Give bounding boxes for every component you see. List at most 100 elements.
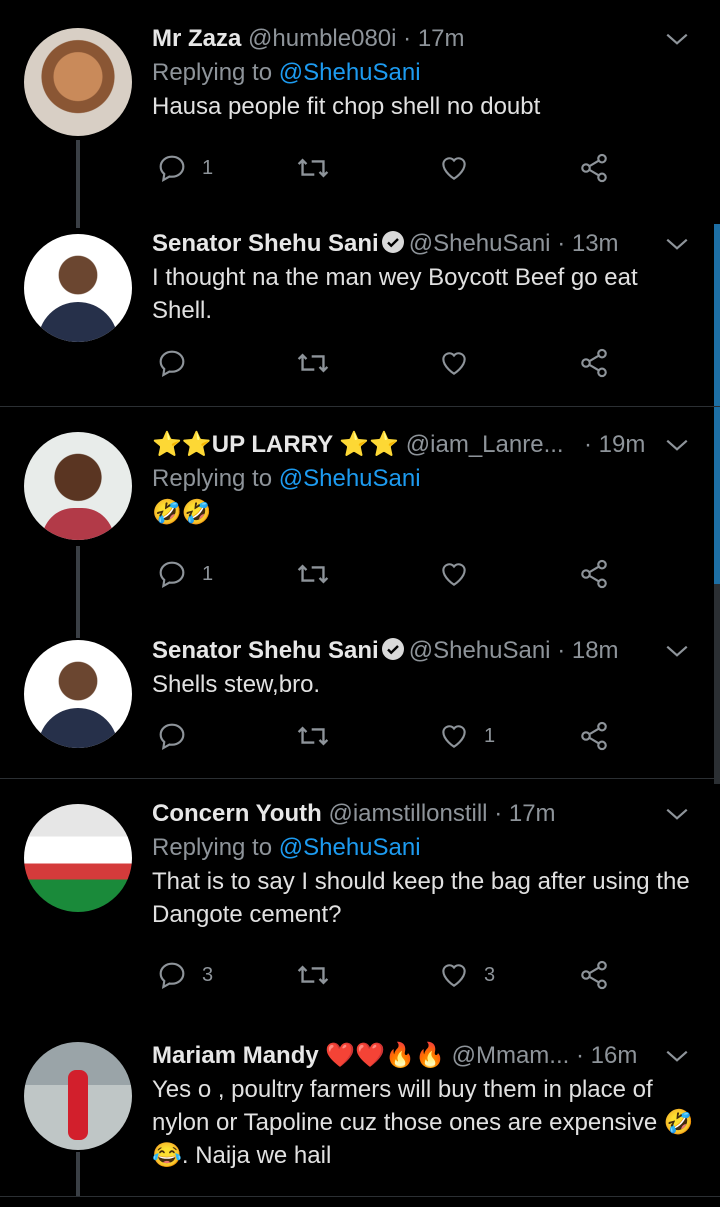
- chevron-down-icon[interactable]: [664, 1043, 690, 1069]
- thread-line: [76, 546, 80, 638]
- mention-link[interactable]: @ShehuSani: [279, 465, 421, 492]
- like-button[interactable]: 1: [438, 720, 495, 752]
- reply-button[interactable]: [156, 347, 188, 379]
- reply-button[interactable]: 3: [156, 959, 213, 991]
- tweet-header: ⭐⭐UP LARRY ⭐⭐ @iam_Lanre... · 19m: [152, 430, 700, 460]
- like-button[interactable]: [438, 152, 470, 184]
- retweet-button[interactable]: [296, 347, 330, 379]
- user-name[interactable]: Senator Shehu Sani: [152, 230, 379, 257]
- heart-icon: [442, 725, 466, 748]
- user-name[interactable]: Mr Zaza: [152, 25, 241, 52]
- verified-badge-icon: [381, 638, 404, 660]
- tweet-header: Concern Youth @iamstillonstill · 17m: [152, 799, 700, 829]
- reply-icon: [159, 962, 185, 990]
- like-button[interactable]: 3: [438, 959, 495, 991]
- tweet-actions: [152, 347, 622, 387]
- tweet-text: I thought na the man wey Boycott Beef go…: [152, 264, 638, 324]
- retweet-button[interactable]: [296, 152, 330, 184]
- mention-link[interactable]: @ShehuSani: [279, 59, 421, 86]
- tweet-time: · 13m: [557, 230, 619, 257]
- heart-icon: [442, 964, 466, 987]
- tweet-content: Mariam Mandy ❤️❤️🔥🔥 @Mmam... · 16m Yes o…: [152, 1041, 700, 1172]
- reply-icon: [159, 723, 185, 751]
- chevron-down-icon[interactable]: [664, 231, 690, 257]
- retweet-icon: [297, 726, 329, 746]
- reply-button[interactable]: 1: [156, 558, 213, 590]
- tweet-header: Mr Zaza @humble080i · 17m: [152, 24, 700, 54]
- tweet-content: Senator Shehu Sani @ShehuSani · 18m Shell…: [152, 636, 700, 701]
- avatar[interactable]: [24, 234, 132, 342]
- tweet-actions: 1: [152, 152, 622, 192]
- scrollbar-track: [714, 584, 720, 784]
- avatar[interactable]: [24, 432, 132, 540]
- tweet-actions: 1: [152, 558, 622, 598]
- mention-link[interactable]: @ShehuSani: [279, 834, 421, 861]
- user-name[interactable]: Mariam Mandy ❤️❤️🔥🔥: [152, 1042, 445, 1069]
- share-button[interactable]: [578, 720, 610, 752]
- user-handle[interactable]: @iamstillonstill: [328, 800, 487, 827]
- reply-icon: [159, 350, 185, 378]
- tweet-text: 🤣🤣: [152, 499, 212, 526]
- tweet-header: Senator Shehu Sani @ShehuSani · 13m: [152, 229, 700, 259]
- tweet-content: Senator Shehu Sani @ShehuSani · 13m I tho…: [152, 229, 700, 327]
- chevron-down-icon[interactable]: [664, 26, 690, 52]
- user-name[interactable]: ⭐⭐UP LARRY ⭐⭐: [152, 431, 399, 458]
- retweet-icon: [297, 965, 329, 985]
- reply-count: 3: [202, 963, 214, 986]
- like-button[interactable]: [438, 347, 470, 379]
- share-button[interactable]: [578, 347, 610, 379]
- heart-icon: [442, 563, 466, 586]
- user-name[interactable]: Senator Shehu Sani: [152, 637, 379, 664]
- tweet-header: Senator Shehu Sani @ShehuSani · 18m: [152, 636, 700, 666]
- retweet-icon: [297, 353, 329, 373]
- share-icon: [581, 153, 607, 183]
- share-button[interactable]: [578, 959, 610, 991]
- reply-icon: [159, 561, 185, 589]
- reply-count: 1: [202, 562, 214, 585]
- chevron-down-icon[interactable]: [664, 432, 690, 458]
- share-icon: [581, 960, 607, 990]
- reply-button[interactable]: [156, 720, 188, 752]
- share-button[interactable]: [578, 558, 610, 590]
- avatar[interactable]: [24, 1042, 132, 1150]
- tweet-time: · 17m: [403, 25, 465, 52]
- avatar[interactable]: [24, 640, 132, 748]
- tweet-time: · 19m: [584, 431, 646, 458]
- tweet-time: · 17m: [494, 800, 556, 827]
- share-icon: [581, 721, 607, 751]
- retweet-button[interactable]: [296, 720, 330, 752]
- replying-to: Replying to @ShehuSani: [152, 833, 700, 863]
- user-handle[interactable]: @Mmam...: [452, 1042, 570, 1069]
- heart-icon: [442, 352, 466, 375]
- reply-button[interactable]: 1: [156, 152, 213, 184]
- avatar[interactable]: [24, 804, 132, 912]
- chevron-down-icon[interactable]: [664, 801, 690, 827]
- tweet-divider: [0, 778, 720, 779]
- retweet-button[interactable]: [296, 558, 330, 590]
- heart-icon: [442, 157, 466, 180]
- avatar[interactable]: [24, 28, 132, 136]
- retweet-button[interactable]: [296, 959, 330, 991]
- user-name[interactable]: Concern Youth: [152, 800, 322, 827]
- reply-count: 1: [202, 156, 214, 179]
- user-handle[interactable]: @humble080i: [248, 25, 396, 52]
- replying-label: Replying to: [152, 834, 273, 861]
- like-count: 1: [484, 724, 496, 747]
- chevron-down-icon[interactable]: [664, 638, 690, 664]
- user-handle[interactable]: @ShehuSani: [409, 230, 551, 257]
- tweet-content: Mr Zaza @humble080i · 17m Replying to @S…: [152, 24, 700, 123]
- tweet-time: · 18m: [557, 637, 619, 664]
- tweet-actions: 3 3: [152, 959, 622, 999]
- tweet-text: Shells stew,bro.: [152, 671, 321, 698]
- user-handle[interactable]: @iam_Lanre...: [406, 431, 564, 458]
- scrollbar-thumb[interactable]: [714, 224, 720, 584]
- user-handle[interactable]: @ShehuSani: [409, 637, 551, 664]
- share-button[interactable]: [578, 152, 610, 184]
- tweet-divider: [0, 1196, 720, 1197]
- tweet-content: Concern Youth @iamstillonstill · 17m Rep…: [152, 799, 700, 931]
- thread-line: [76, 1152, 80, 1196]
- tweet-text: Hausa people fit chop shell no doubt: [152, 93, 541, 120]
- like-button[interactable]: [438, 558, 470, 590]
- retweet-icon: [297, 158, 329, 178]
- verified-badge-icon: [381, 231, 404, 253]
